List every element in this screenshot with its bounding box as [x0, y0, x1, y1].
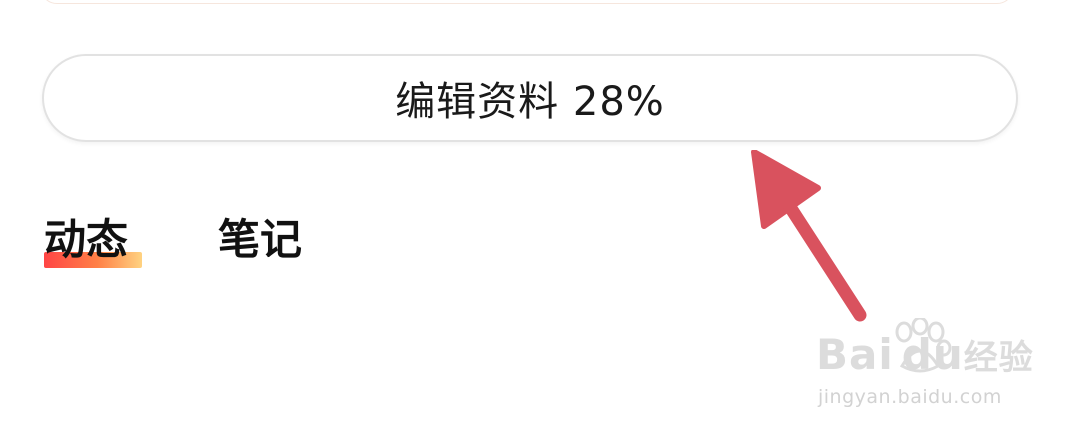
- watermark-brand: Bai: [816, 330, 894, 379]
- profile-page: 编辑资料 28% 动态 笔记 Bai du经验 jingyan.baidu.com: [0, 0, 1068, 436]
- watermark-url: jingyan.baidu.com: [818, 386, 1002, 408]
- watermark-brand-cn: 经验: [963, 338, 1034, 378]
- tab-dynamic-label: 动态: [44, 215, 129, 264]
- watermark-brand-suffix: du: [901, 330, 964, 379]
- annotation-arrow-icon: [751, 150, 867, 322]
- watermark-logo-text: Bai du经验: [816, 330, 1034, 379]
- tab-dynamic[interactable]: 动态: [44, 206, 142, 268]
- edit-profile-button[interactable]: 编辑资料 28%: [42, 54, 1018, 142]
- baidu-jingyan-watermark: Bai du经验 jingyan.baidu.com: [816, 318, 1036, 418]
- tab-notes-label: 笔记: [218, 215, 303, 264]
- top-card-edge: [40, 0, 1014, 4]
- edit-profile-button-label: 编辑资料 28%: [395, 79, 665, 125]
- tab-notes[interactable]: 笔记: [218, 206, 302, 267]
